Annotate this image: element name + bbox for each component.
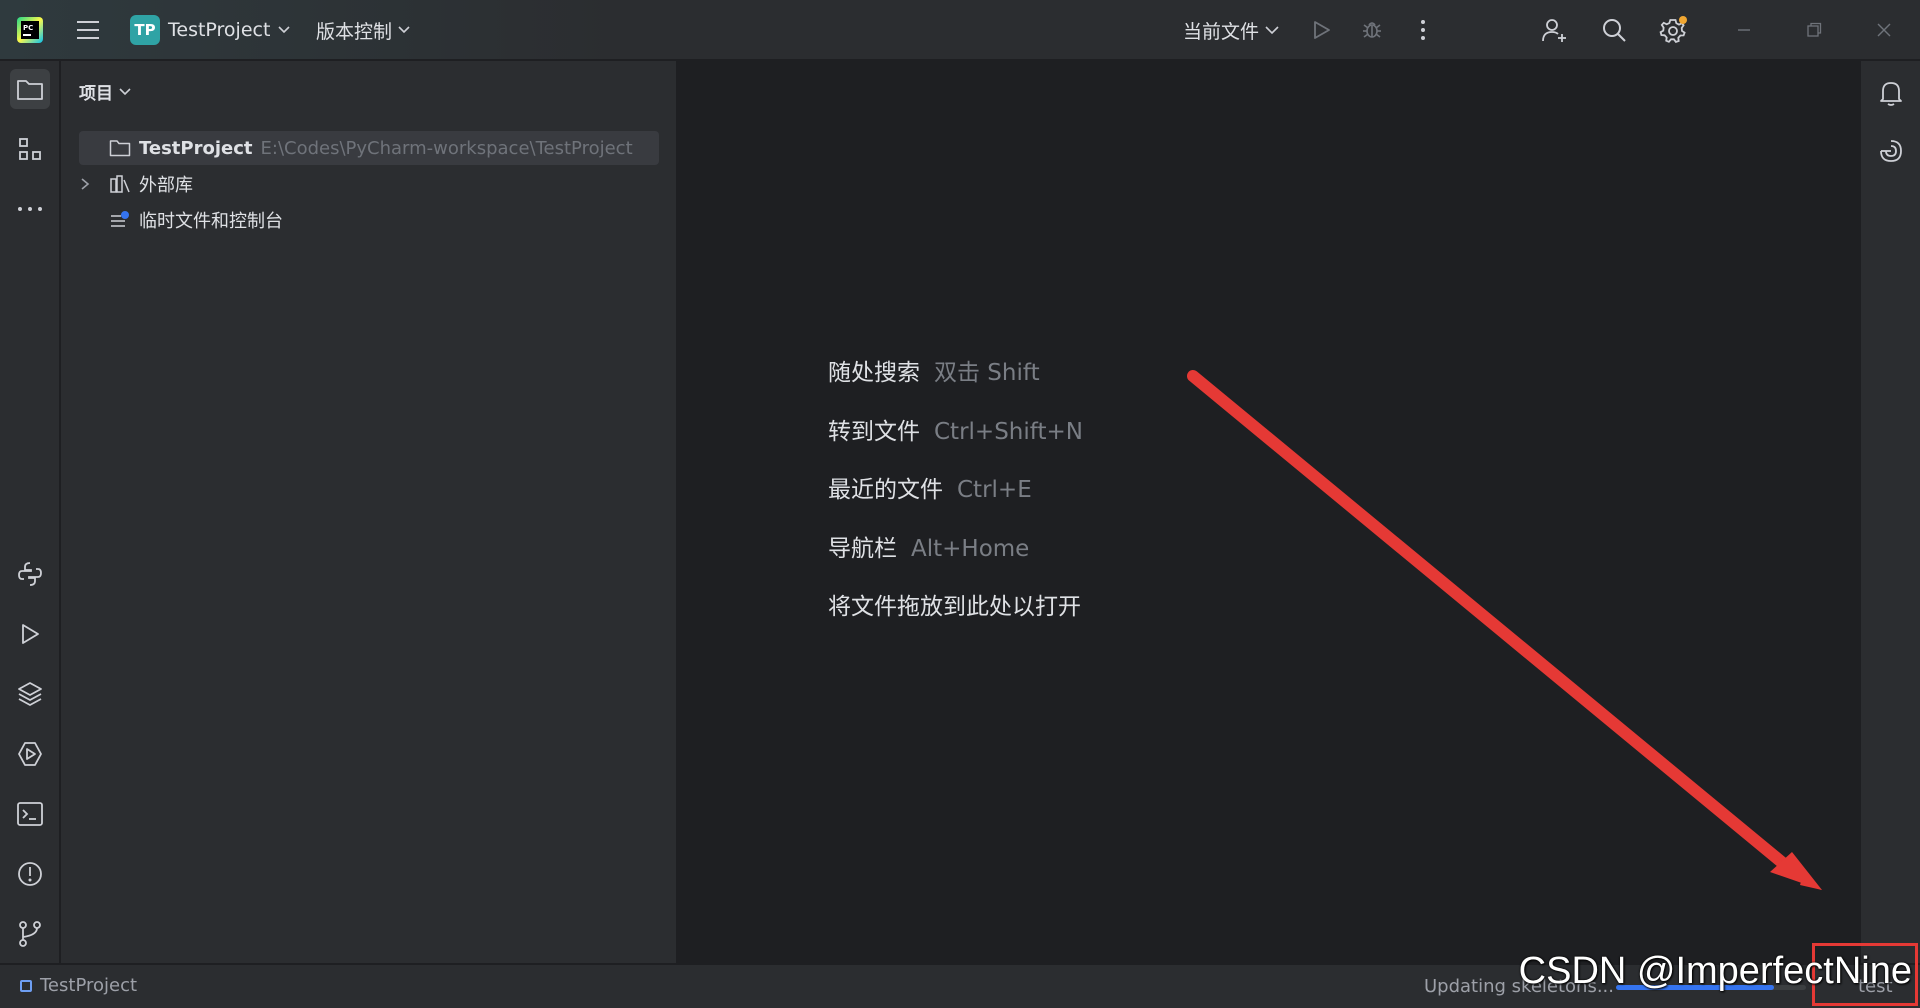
- hint-goto-file: 转到文件 Ctrl+Shift+N: [828, 412, 1083, 446]
- chevron-down-icon: [398, 26, 410, 34]
- python-interpreter-widget[interactable]: test: [1858, 976, 1893, 997]
- project-view-selector[interactable]: 项目: [79, 79, 131, 104]
- progress-fill: [1616, 985, 1774, 990]
- code-with-me-icon[interactable]: [1536, 12, 1572, 48]
- vcs-menu[interactable]: 版本控制: [316, 12, 410, 48]
- git-icon: [17, 920, 43, 948]
- right-tool-window-strip: [1860, 61, 1920, 963]
- project-name: TestProject: [168, 19, 271, 41]
- hint-label: 将文件拖放到此处以打开: [828, 594, 1081, 620]
- notifications-button[interactable]: [1871, 73, 1911, 113]
- project-tool-button[interactable]: [10, 69, 50, 109]
- debug-icon[interactable]: [1354, 12, 1390, 48]
- problems-icon: [16, 860, 44, 888]
- panel-title: 项目: [79, 84, 113, 104]
- main-menu-icon[interactable]: [72, 14, 104, 46]
- bell-icon: [1878, 79, 1904, 107]
- restore-window-icon[interactable]: [1796, 12, 1832, 48]
- structure-tool-button[interactable]: [10, 129, 50, 169]
- library-icon: [109, 174, 131, 194]
- settings-gear-icon[interactable]: [1656, 12, 1692, 48]
- svg-text:PC: PC: [23, 24, 33, 32]
- more-icon: [17, 206, 43, 212]
- hint-label: 随处搜索: [828, 360, 920, 386]
- services-icon: [16, 740, 44, 768]
- run-configuration-selector[interactable]: 当前文件: [1183, 12, 1279, 48]
- run-config-label: 当前文件: [1183, 20, 1260, 43]
- ai-assistant-icon: [1878, 138, 1904, 164]
- python-console-tool-button[interactable]: [10, 554, 50, 594]
- status-bar: TestProject Updating skeletons... test: [0, 964, 1920, 1008]
- project-tool-window: 项目 TestProject E:\Codes\PyCharm-workspac…: [61, 61, 677, 963]
- minimize-icon[interactable]: [1726, 12, 1762, 48]
- tree-item-label: 临时文件和控制台: [139, 211, 283, 232]
- problems-tool-button[interactable]: [10, 854, 50, 894]
- close-icon[interactable]: [1866, 12, 1902, 48]
- hint-shortcut: Ctrl+Shift+N: [934, 419, 1083, 445]
- tree-item-scratches[interactable]: 临时文件和控制台: [79, 203, 283, 237]
- chevron-right-icon[interactable]: [79, 177, 91, 191]
- hint-drop-files: 将文件拖放到此处以打开: [828, 587, 1081, 621]
- run-tool-button[interactable]: [10, 614, 50, 654]
- vcs-label: 版本控制: [316, 20, 393, 43]
- hint-shortcut: Ctrl+E: [957, 477, 1032, 503]
- run-icon[interactable]: [1303, 12, 1339, 48]
- python-packages-tool-button[interactable]: [10, 674, 50, 714]
- folder-icon: [16, 77, 44, 101]
- structure-icon: [17, 136, 43, 162]
- ai-assistant-button[interactable]: [1871, 131, 1911, 171]
- hint-label: 最近的文件: [828, 477, 943, 503]
- tree-item-project-root[interactable]: TestProject E:\Codes\PyCharm-workspace\T…: [79, 131, 659, 165]
- project-module-icon: [20, 979, 32, 992]
- terminal-tool-button[interactable]: [10, 794, 50, 834]
- hint-label: 导航栏: [828, 536, 897, 562]
- chevron-down-icon: [119, 87, 131, 96]
- tree-item-external-libraries[interactable]: 外部库: [79, 167, 193, 201]
- chevron-down-icon: [1265, 25, 1279, 35]
- status-project-breadcrumb[interactable]: TestProject: [20, 975, 137, 996]
- hint-shortcut: 双击 Shift: [934, 360, 1040, 386]
- hint-search-everywhere: 随处搜索 双击 Shift: [828, 353, 1040, 387]
- scratches-icon: [109, 210, 131, 230]
- title-bar: PC TP TestProject 版本控制 当前文件: [0, 0, 1920, 60]
- run-icon: [18, 622, 42, 646]
- git-tool-button[interactable]: [10, 914, 50, 954]
- search-icon[interactable]: [1596, 12, 1632, 48]
- hint-label: 转到文件: [828, 419, 920, 445]
- more-tools-button[interactable]: [10, 189, 50, 229]
- tree-item-label: 外部库: [139, 175, 193, 196]
- status-project-name: TestProject: [40, 975, 138, 996]
- hint-shortcut: Alt+Home: [911, 536, 1030, 562]
- background-task-text[interactable]: Updating skeletons...: [1424, 976, 1614, 997]
- folder-icon: [109, 139, 131, 157]
- python-console-icon: [16, 560, 44, 588]
- project-badge: TP: [130, 15, 160, 45]
- terminal-icon: [16, 801, 44, 827]
- services-tool-button[interactable]: [10, 734, 50, 774]
- layers-icon: [16, 680, 44, 708]
- tree-item-label: TestProject: [139, 137, 253, 159]
- background-task-progress[interactable]: [1616, 985, 1806, 990]
- more-actions-icon[interactable]: [1405, 12, 1441, 48]
- project-switcher[interactable]: TP TestProject: [130, 12, 290, 48]
- hint-navigation-bar: 导航栏 Alt+Home: [828, 529, 1029, 563]
- pycharm-logo-icon[interactable]: PC: [14, 14, 46, 46]
- editor-empty-area[interactable]: 随处搜索 双击 Shift 转到文件 Ctrl+Shift+N 最近的文件 Ctrl+…: [678, 61, 1859, 963]
- chevron-down-icon: [278, 26, 290, 34]
- tree-item-path: E:\Codes\PyCharm-workspace\TestProject: [260, 137, 633, 159]
- left-tool-window-strip: [0, 61, 60, 963]
- hint-recent-files: 最近的文件 Ctrl+E: [828, 470, 1032, 504]
